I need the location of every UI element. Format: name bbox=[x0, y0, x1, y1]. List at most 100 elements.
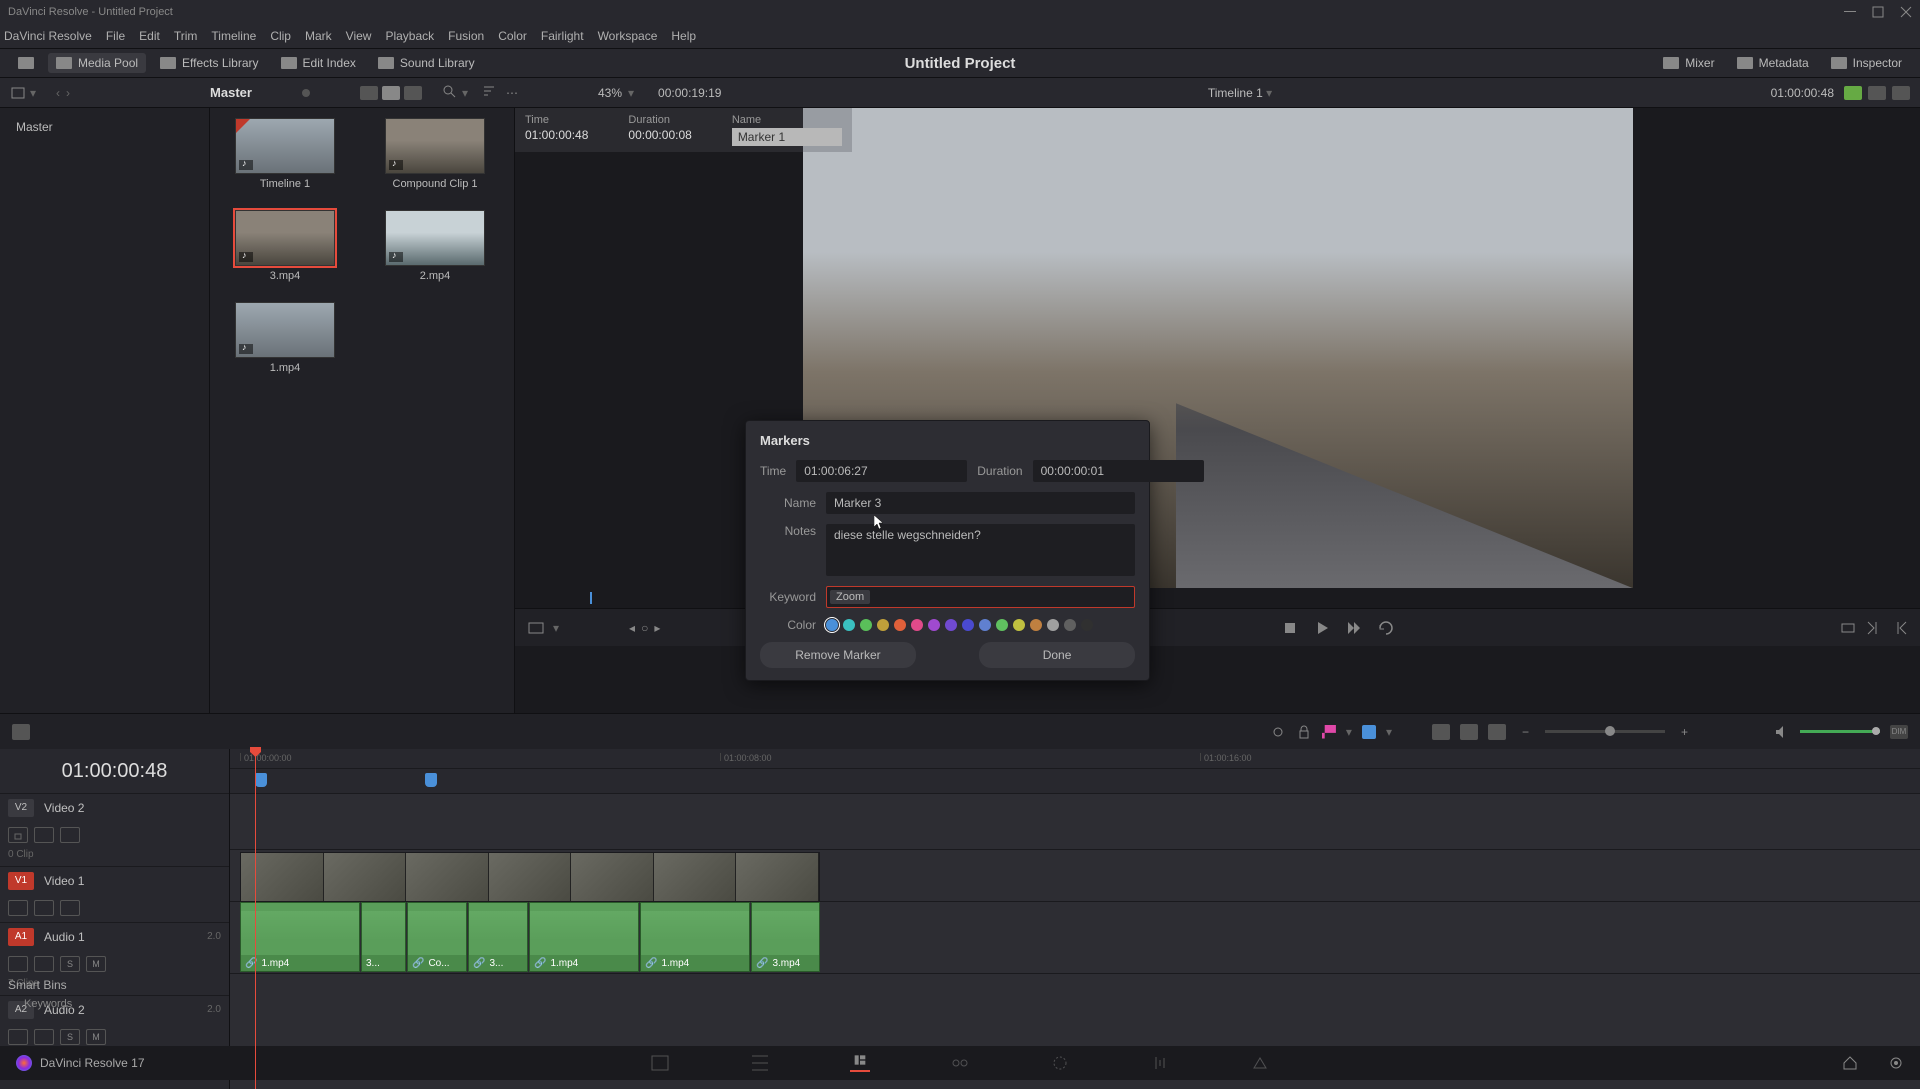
auto-select-icon[interactable] bbox=[34, 900, 54, 916]
auto-select-icon[interactable] bbox=[34, 827, 54, 843]
sort-icon[interactable] bbox=[482, 84, 496, 101]
menu-item[interactable]: Edit bbox=[139, 29, 160, 43]
playhead[interactable] bbox=[255, 749, 256, 1089]
color-page-icon[interactable] bbox=[1050, 1054, 1070, 1072]
audio-clip[interactable]: 🔗3... bbox=[468, 902, 528, 972]
timeline-marker[interactable] bbox=[255, 773, 267, 787]
disable-icon[interactable] bbox=[60, 900, 80, 916]
menu-item[interactable]: Fusion bbox=[448, 29, 484, 43]
speaker-icon[interactable] bbox=[1774, 724, 1790, 740]
zoom-custom-icon[interactable] bbox=[1488, 724, 1506, 740]
menu-item[interactable]: DaVinci Resolve bbox=[4, 29, 92, 43]
menu-item[interactable]: Trim bbox=[174, 29, 198, 43]
cut-page-icon[interactable] bbox=[750, 1054, 770, 1072]
keyword-tag[interactable]: Zoom bbox=[830, 590, 870, 604]
clip-item[interactable]: Compound Clip 1 bbox=[370, 118, 500, 190]
crop-icon[interactable] bbox=[527, 621, 545, 635]
fusion-page-icon[interactable] bbox=[950, 1054, 970, 1072]
nav-back-icon[interactable]: ‹ bbox=[56, 86, 60, 100]
close-icon[interactable] bbox=[1900, 6, 1912, 18]
color-swatch[interactable] bbox=[962, 619, 974, 631]
metadata-button[interactable]: Metadata bbox=[1729, 53, 1817, 73]
color-swatch[interactable] bbox=[911, 619, 923, 631]
viewer-scrubber[interactable] bbox=[515, 588, 1920, 608]
deliver-page-icon[interactable] bbox=[1250, 1054, 1270, 1072]
color-swatch[interactable] bbox=[843, 619, 855, 631]
color-swatch[interactable] bbox=[928, 619, 940, 631]
home-icon[interactable] bbox=[1842, 1055, 1858, 1071]
done-button[interactable]: Done bbox=[979, 642, 1135, 668]
play-button[interactable] bbox=[1314, 620, 1330, 636]
menu-item[interactable]: Mark bbox=[305, 29, 332, 43]
menu-item[interactable]: Timeline bbox=[211, 29, 256, 43]
chevron-down-icon[interactable]: ▾ bbox=[553, 621, 559, 635]
timeline-ruler[interactable]: 01:00:00:00 01:00:08:00 01:00:16:00 bbox=[230, 749, 1920, 769]
link-icon[interactable] bbox=[1270, 724, 1286, 740]
marker-duration-field[interactable] bbox=[1033, 460, 1204, 482]
loop-button[interactable] bbox=[1378, 620, 1394, 636]
settings-icon[interactable] bbox=[1888, 1055, 1904, 1071]
menu-item[interactable]: Workspace bbox=[598, 29, 658, 43]
chevron-down-icon[interactable]: ▾ bbox=[30, 86, 36, 100]
clip-item[interactable]: 1.mp4 bbox=[220, 302, 350, 374]
zoom-slider[interactable] bbox=[1545, 730, 1665, 733]
solo-button[interactable]: S bbox=[60, 1029, 80, 1045]
marker-keyword-field[interactable]: Zoom bbox=[826, 586, 1135, 608]
track-header-v2[interactable]: V2 Video 2 bbox=[0, 793, 229, 821]
effects-library-button[interactable]: Effects Library bbox=[152, 53, 266, 73]
color-swatch[interactable] bbox=[1081, 619, 1093, 631]
chevron-down-icon[interactable]: ▾ bbox=[462, 86, 468, 100]
fairlight-page-icon[interactable] bbox=[1150, 1054, 1170, 1072]
zoom-full-icon[interactable] bbox=[1432, 724, 1450, 740]
audio-clip[interactable]: 🔗3.mp4 bbox=[751, 902, 820, 972]
track-v2-lane[interactable] bbox=[230, 793, 1920, 849]
timeline-tracks[interactable]: 01:00:00:00 01:00:08:00 01:00:16:00 🔗1.m… bbox=[230, 749, 1920, 1089]
prev-edit-icon[interactable]: ◂ bbox=[629, 621, 635, 635]
marker-notes-field[interactable] bbox=[826, 524, 1135, 576]
goto-out-icon[interactable] bbox=[1866, 620, 1882, 636]
audio-clip[interactable]: 3... bbox=[361, 902, 406, 972]
minimize-icon[interactable] bbox=[1844, 6, 1856, 18]
goto-in-icon[interactable] bbox=[1840, 620, 1856, 636]
color-swatch[interactable] bbox=[1013, 619, 1025, 631]
menu-item[interactable]: Playback bbox=[385, 29, 434, 43]
audio-clip[interactable]: 🔗1.mp4 bbox=[640, 902, 750, 972]
menu-item[interactable]: View bbox=[346, 29, 372, 43]
sound-library-button[interactable]: Sound Library bbox=[370, 53, 483, 73]
view-metadata-icon[interactable] bbox=[360, 86, 378, 100]
overlay-name-input[interactable]: Marker 1 bbox=[732, 128, 842, 146]
bin-dropdown-icon[interactable] bbox=[10, 85, 26, 101]
mute-button[interactable]: M bbox=[86, 1029, 106, 1045]
next-button[interactable] bbox=[1346, 620, 1362, 636]
color-swatch[interactable] bbox=[860, 619, 872, 631]
audio-clip[interactable]: 🔗1.mp4 bbox=[529, 902, 639, 972]
smart-bin-keywords[interactable]: Keywords bbox=[8, 996, 202, 1012]
color-swatch[interactable] bbox=[1030, 619, 1042, 631]
track-v1-lane[interactable] bbox=[230, 849, 1920, 901]
color-swatch[interactable] bbox=[877, 619, 889, 631]
edit-index-button[interactable]: Edit Index bbox=[273, 53, 364, 73]
audio-clip[interactable]: 🔗1.mp4 bbox=[240, 902, 360, 972]
next-edit-icon[interactable]: ▸ bbox=[654, 621, 660, 635]
track-header-v1[interactable]: V1 Video 1 bbox=[0, 866, 229, 894]
more-icon[interactable]: ⋯ bbox=[506, 86, 518, 100]
lock-icon[interactable] bbox=[8, 900, 28, 916]
track-badge[interactable]: A1 bbox=[8, 928, 34, 946]
inspector-button[interactable]: Inspector bbox=[1823, 53, 1910, 73]
lock-icon[interactable] bbox=[8, 1029, 28, 1045]
lock-icon[interactable] bbox=[8, 827, 28, 843]
clip-item[interactable]: 3.mp4 bbox=[220, 210, 350, 282]
zoom-out-icon[interactable]: − bbox=[1522, 725, 1529, 739]
menu-item[interactable]: Fairlight bbox=[541, 29, 584, 43]
menu-item[interactable]: Clip bbox=[270, 29, 291, 43]
color-swatch[interactable] bbox=[826, 619, 838, 631]
color-swatch[interactable] bbox=[945, 619, 957, 631]
remove-marker-button[interactable]: Remove Marker bbox=[760, 642, 916, 668]
menu-item[interactable]: Color bbox=[498, 29, 527, 43]
zoom-detail-icon[interactable] bbox=[1460, 724, 1478, 740]
color-swatch[interactable] bbox=[1064, 619, 1076, 631]
chevron-down-icon[interactable]: ▾ bbox=[1346, 725, 1352, 739]
color-swatch[interactable] bbox=[894, 619, 906, 631]
track-header-a1[interactable]: A1 Audio 1 2.0 bbox=[0, 922, 229, 950]
marker-name-field[interactable] bbox=[826, 492, 1135, 514]
